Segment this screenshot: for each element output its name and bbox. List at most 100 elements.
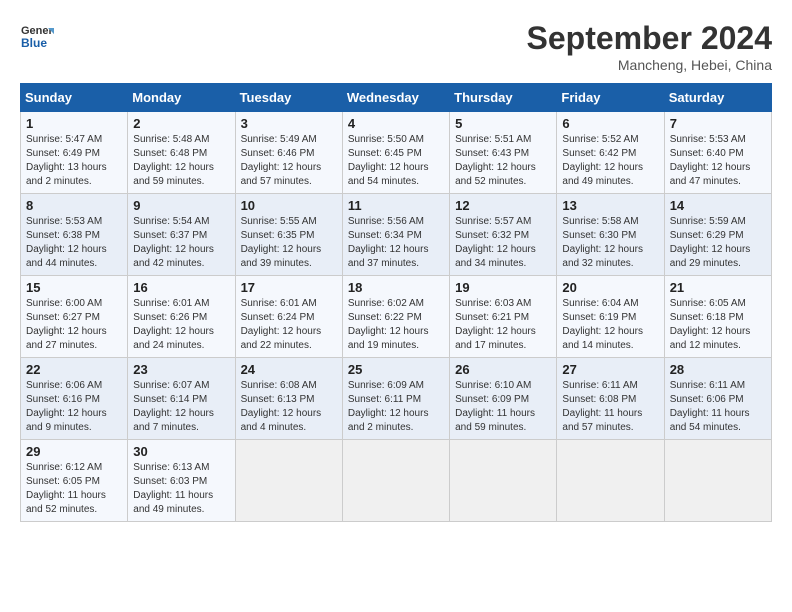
calendar-day-cell: 20 Sunrise: 6:04 AM Sunset: 6:19 PM Dayli… [557, 276, 664, 358]
day-number: 7 [670, 116, 766, 131]
calendar-day-cell: 5 Sunrise: 5:51 AM Sunset: 6:43 PM Daylig… [450, 112, 557, 194]
day-number: 24 [241, 362, 337, 377]
calendar-day-cell: 19 Sunrise: 6:03 AM Sunset: 6:21 PM Dayli… [450, 276, 557, 358]
calendar-day-cell: 10 Sunrise: 5:55 AM Sunset: 6:35 PM Dayli… [235, 194, 342, 276]
day-info: Sunrise: 5:56 AM Sunset: 6:34 PM Dayligh… [348, 215, 444, 271]
day-info: Sunrise: 5:57 AM Sunset: 6:32 PM Dayligh… [455, 215, 551, 271]
calendar-table: SundayMondayTuesdayWednesdayThursdayFrid… [20, 83, 772, 522]
day-info: Sunrise: 6:03 AM Sunset: 6:21 PM Dayligh… [455, 297, 551, 353]
day-info: Sunrise: 6:12 AM Sunset: 6:05 PM Dayligh… [26, 461, 122, 517]
day-number: 26 [455, 362, 551, 377]
calendar-week-row: 15 Sunrise: 6:00 AM Sunset: 6:27 PM Dayli… [21, 276, 772, 358]
calendar-day-cell: 11 Sunrise: 5:56 AM Sunset: 6:34 PM Dayli… [342, 194, 449, 276]
weekday-header: Saturday [664, 84, 771, 112]
day-info: Sunrise: 6:07 AM Sunset: 6:14 PM Dayligh… [133, 379, 229, 435]
day-info: Sunrise: 5:59 AM Sunset: 6:29 PM Dayligh… [670, 215, 766, 271]
day-number: 13 [562, 198, 658, 213]
calendar-day-cell: 24 Sunrise: 6:08 AM Sunset: 6:13 PM Dayli… [235, 358, 342, 440]
day-info: Sunrise: 6:02 AM Sunset: 6:22 PM Dayligh… [348, 297, 444, 353]
day-info: Sunrise: 6:01 AM Sunset: 6:26 PM Dayligh… [133, 297, 229, 353]
day-number: 19 [455, 280, 551, 295]
day-info: Sunrise: 6:11 AM Sunset: 6:06 PM Dayligh… [670, 379, 766, 435]
day-info: Sunrise: 5:55 AM Sunset: 6:35 PM Dayligh… [241, 215, 337, 271]
day-info: Sunrise: 6:09 AM Sunset: 6:11 PM Dayligh… [348, 379, 444, 435]
day-number: 15 [26, 280, 122, 295]
svg-text:Blue: Blue [21, 36, 47, 50]
weekday-header: Wednesday [342, 84, 449, 112]
day-number: 4 [348, 116, 444, 131]
day-number: 18 [348, 280, 444, 295]
location-subtitle: Mancheng, Hebei, China [527, 57, 772, 73]
calendar-day-cell: 2Sunrise: 5:48 AM Sunset: 6:48 PM Daylig… [128, 112, 235, 194]
day-number: 27 [562, 362, 658, 377]
day-number: 22 [26, 362, 122, 377]
calendar-week-row: 29 Sunrise: 6:12 AM Sunset: 6:05 PM Dayli… [21, 440, 772, 522]
calendar-day-cell: 7 Sunrise: 5:53 AM Sunset: 6:40 PM Daylig… [664, 112, 771, 194]
title-block: September 2024 Mancheng, Hebei, China [527, 20, 772, 73]
day-info: Sunrise: 6:04 AM Sunset: 6:19 PM Dayligh… [562, 297, 658, 353]
calendar-day-cell: 21 Sunrise: 6:05 AM Sunset: 6:18 PM Dayli… [664, 276, 771, 358]
day-number: 21 [670, 280, 766, 295]
day-info: Sunrise: 6:06 AM Sunset: 6:16 PM Dayligh… [26, 379, 122, 435]
day-number: 11 [348, 198, 444, 213]
calendar-day-cell [342, 440, 449, 522]
calendar-day-cell: 3 Sunrise: 5:49 AM Sunset: 6:46 PM Daylig… [235, 112, 342, 194]
day-number: 17 [241, 280, 337, 295]
calendar-day-cell: 26Sunrise: 6:10 AM Sunset: 6:09 PM Dayli… [450, 358, 557, 440]
calendar-week-row: 8Sunrise: 5:53 AM Sunset: 6:38 PM Daylig… [21, 194, 772, 276]
day-info: Sunrise: 5:58 AM Sunset: 6:30 PM Dayligh… [562, 215, 658, 271]
calendar-day-cell: 22 Sunrise: 6:06 AM Sunset: 6:16 PM Dayli… [21, 358, 128, 440]
day-number: 5 [455, 116, 551, 131]
day-info: Sunrise: 5:52 AM Sunset: 6:42 PM Dayligh… [562, 133, 658, 189]
day-info: Sunrise: 5:54 AM Sunset: 6:37 PM Dayligh… [133, 215, 229, 271]
calendar-day-cell: 14Sunrise: 5:59 AM Sunset: 6:29 PM Dayli… [664, 194, 771, 276]
day-info: Sunrise: 6:01 AM Sunset: 6:24 PM Dayligh… [241, 297, 337, 353]
day-info: Sunrise: 6:13 AM Sunset: 6:03 PM Dayligh… [133, 461, 229, 517]
calendar-day-cell: 28Sunrise: 6:11 AM Sunset: 6:06 PM Dayli… [664, 358, 771, 440]
logo-svg: General Blue [20, 20, 54, 54]
day-info: Sunrise: 5:47 AM Sunset: 6:49 PM Dayligh… [26, 133, 122, 189]
day-info: Sunrise: 6:05 AM Sunset: 6:18 PM Dayligh… [670, 297, 766, 353]
day-info: Sunrise: 5:51 AM Sunset: 6:43 PM Dayligh… [455, 133, 551, 189]
calendar-day-cell: 25Sunrise: 6:09 AM Sunset: 6:11 PM Dayli… [342, 358, 449, 440]
calendar-day-cell: 15 Sunrise: 6:00 AM Sunset: 6:27 PM Dayli… [21, 276, 128, 358]
weekday-header: Tuesday [235, 84, 342, 112]
weekday-header: Thursday [450, 84, 557, 112]
day-info: Sunrise: 5:48 AM Sunset: 6:48 PM Dayligh… [133, 133, 229, 189]
calendar-day-cell: 30 Sunrise: 6:13 AM Sunset: 6:03 PM Dayli… [128, 440, 235, 522]
day-number: 6 [562, 116, 658, 131]
day-number: 23 [133, 362, 229, 377]
calendar-day-cell: 18 Sunrise: 6:02 AM Sunset: 6:22 PM Dayli… [342, 276, 449, 358]
day-number: 29 [26, 444, 122, 459]
calendar-day-cell: 16Sunrise: 6:01 AM Sunset: 6:26 PM Dayli… [128, 276, 235, 358]
day-info: Sunrise: 6:08 AM Sunset: 6:13 PM Dayligh… [241, 379, 337, 435]
calendar-week-row: 22 Sunrise: 6:06 AM Sunset: 6:16 PM Dayli… [21, 358, 772, 440]
calendar-day-cell: 23 Sunrise: 6:07 AM Sunset: 6:14 PM Dayli… [128, 358, 235, 440]
day-number: 9 [133, 198, 229, 213]
day-info: Sunrise: 5:49 AM Sunset: 6:46 PM Dayligh… [241, 133, 337, 189]
day-info: Sunrise: 6:11 AM Sunset: 6:08 PM Dayligh… [562, 379, 658, 435]
day-number: 3 [241, 116, 337, 131]
calendar-day-cell: 8Sunrise: 5:53 AM Sunset: 6:38 PM Daylig… [21, 194, 128, 276]
day-info: Sunrise: 5:53 AM Sunset: 6:38 PM Dayligh… [26, 215, 122, 271]
weekday-header: Monday [128, 84, 235, 112]
day-info: Sunrise: 5:53 AM Sunset: 6:40 PM Dayligh… [670, 133, 766, 189]
calendar-day-cell: 29 Sunrise: 6:12 AM Sunset: 6:05 PM Dayli… [21, 440, 128, 522]
day-number: 12 [455, 198, 551, 213]
calendar-day-cell: 17 Sunrise: 6:01 AM Sunset: 6:24 PM Dayli… [235, 276, 342, 358]
calendar-day-cell: 27 Sunrise: 6:11 AM Sunset: 6:08 PM Dayli… [557, 358, 664, 440]
page-header: General Blue September 2024 Mancheng, He… [20, 20, 772, 73]
day-number: 10 [241, 198, 337, 213]
calendar-day-cell [450, 440, 557, 522]
month-title: September 2024 [527, 20, 772, 57]
weekday-header: Friday [557, 84, 664, 112]
day-number: 30 [133, 444, 229, 459]
day-info: Sunrise: 6:00 AM Sunset: 6:27 PM Dayligh… [26, 297, 122, 353]
weekday-header: Sunday [21, 84, 128, 112]
day-number: 20 [562, 280, 658, 295]
calendar-week-row: 1Sunrise: 5:47 AM Sunset: 6:49 PM Daylig… [21, 112, 772, 194]
calendar-day-cell: 4Sunrise: 5:50 AM Sunset: 6:45 PM Daylig… [342, 112, 449, 194]
calendar-day-cell [235, 440, 342, 522]
calendar-day-cell: 9 Sunrise: 5:54 AM Sunset: 6:37 PM Daylig… [128, 194, 235, 276]
calendar-day-cell: 12 Sunrise: 5:57 AM Sunset: 6:32 PM Dayli… [450, 194, 557, 276]
